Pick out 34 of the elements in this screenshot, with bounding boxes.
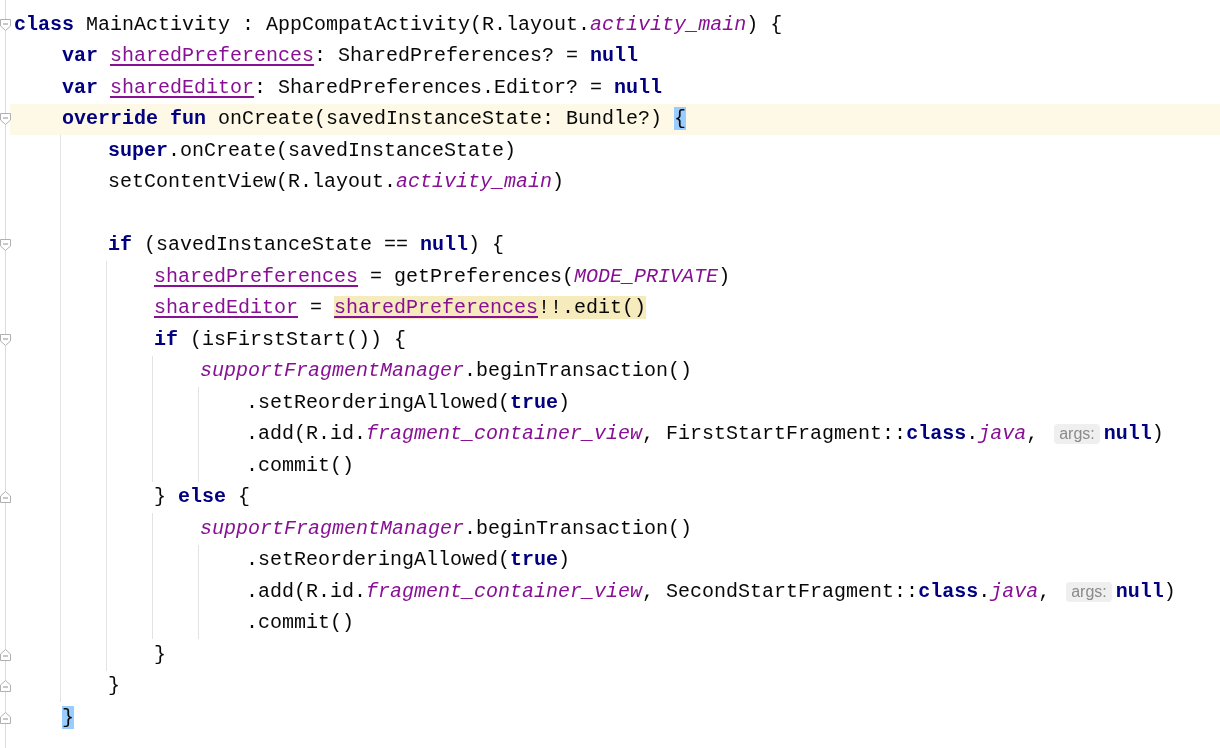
code-text: .setReorderingAllowed(true) <box>246 547 571 574</box>
code-text: super.onCreate(savedInstanceState) <box>108 137 517 164</box>
fold-icon[interactable] <box>0 648 11 661</box>
fold-icon[interactable] <box>0 113 11 126</box>
code-text: var sharedPreferences: SharedPreferences? = null <box>62 43 639 70</box>
inlay-hint: args: <box>1054 424 1100 445</box>
code-text: supportFragmentManager.beginTransaction() <box>200 515 693 542</box>
code-text: .commit() <box>246 452 355 479</box>
code-text: var sharedEditor: SharedPreferences.Editor? = null <box>62 74 663 101</box>
code-text: override fun onCreate(savedInstanceState: Bundle?) { <box>62 106 687 133</box>
code-text: sharedEditor = sharedPreferences!!.edit() <box>154 295 647 322</box>
fold-icon[interactable] <box>0 711 11 724</box>
code-text: if (isFirstStart()) { <box>154 326 407 353</box>
code-text: class MainActivity : AppCompatActivity(R.layout.activity_main) { <box>14 11 783 38</box>
code-text: supportFragmentManager.beginTransaction() <box>200 358 693 385</box>
code-text: } else { <box>154 484 251 511</box>
fold-icon[interactable] <box>0 680 11 693</box>
fold-icon[interactable] <box>0 491 11 504</box>
fold-icon[interactable] <box>0 18 11 31</box>
code-text: null) <box>1103 421 1164 448</box>
code-text: if (savedInstanceState == null) { <box>108 232 505 259</box>
fold-icon[interactable] <box>0 239 11 252</box>
code-text: } <box>108 673 120 700</box>
code-text: null) <box>1115 578 1176 605</box>
code-text: .commit() <box>246 610 355 637</box>
code-text: .setReorderingAllowed(true) <box>246 389 571 416</box>
code-text: .add(R.id.fragment_container_view, SecondStartFragment::class.java, <box>246 578 1052 605</box>
inlay-hint: args: <box>1066 581 1112 602</box>
code-text: } <box>154 641 166 668</box>
code-text: .add(R.id.fragment_container_view, FirstStartFragment::class.java, <box>246 421 1040 448</box>
code-text: sharedPreferences = getPreferences(MODE_PRIVATE) <box>154 263 731 290</box>
fold-icon[interactable] <box>0 333 11 346</box>
code-text: setContentView(R.layout.activity_main) <box>108 169 565 196</box>
code-text: } <box>62 704 74 731</box>
